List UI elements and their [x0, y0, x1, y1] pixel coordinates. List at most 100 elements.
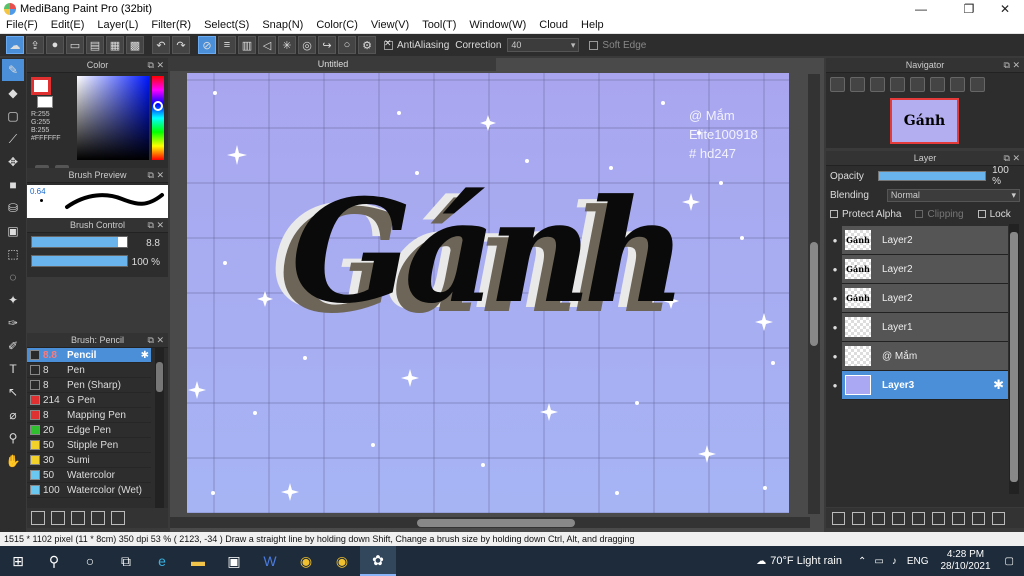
eraser-tool-icon[interactable]: ◆	[2, 82, 24, 104]
snap-off-icon[interactable]: ⊘	[198, 36, 216, 54]
brush-new-icon[interactable]	[51, 511, 65, 525]
open-file-icon[interactable]: ▤	[86, 36, 104, 54]
brush-opacity-slider[interactable]	[31, 255, 128, 267]
edge-browser-icon[interactable]: e	[144, 546, 180, 576]
share-icon[interactable]: ⇪	[26, 36, 44, 54]
menu-file[interactable]: File(F)	[6, 19, 38, 31]
language-indicator[interactable]: ENG	[907, 556, 929, 567]
flip-icon[interactable]	[970, 76, 985, 92]
new-layer-icon[interactable]	[832, 511, 845, 525]
layer-row[interactable]: ● Gánh Layer2	[828, 225, 1008, 255]
snap-perspective-icon[interactable]: ◁	[258, 36, 276, 54]
menu-edit[interactable]: Edit(E)	[51, 19, 85, 31]
zoom-in-icon[interactable]	[850, 76, 865, 92]
search-icon[interactable]: ⚲	[36, 546, 72, 576]
snap-parallel-icon[interactable]: ≡	[218, 36, 236, 54]
snap-settings-icon[interactable]: ⚙	[358, 36, 376, 54]
correction-select[interactable]: 40	[507, 38, 580, 52]
minimize-button[interactable]: —	[904, 0, 938, 17]
select-pen-tool-icon[interactable]: ✑	[2, 312, 24, 334]
gradient-tool-icon[interactable]: ▣	[2, 220, 24, 242]
brush-folder-icon[interactable]	[91, 511, 105, 525]
windows-start-icon[interactable]: ⊞	[0, 546, 36, 576]
panel-controls-icon[interactable]: ⧉ ✕	[148, 218, 164, 233]
layer-settings-icon[interactable]	[972, 511, 985, 525]
network-icon[interactable]: ▭	[874, 556, 883, 567]
line-tool-icon[interactable]: ⟋	[2, 128, 24, 150]
chrome-icon-2[interactable]: ◉	[324, 546, 360, 576]
layer-visibility-icon[interactable]: ●	[828, 312, 842, 342]
rectangle-tool-icon[interactable]: ▢	[2, 105, 24, 127]
canvas-vertical-scrollbar[interactable]	[808, 74, 820, 514]
fill-rect-tool-icon[interactable]: ■	[2, 174, 24, 196]
brush-list-item[interactable]: 20 Edge Pen	[27, 423, 151, 438]
menu-snap[interactable]: Snap(N)	[262, 19, 303, 31]
brush-list-item[interactable]: 8 Pen	[27, 363, 151, 378]
brush-list-item[interactable]: 8 Pen (Sharp)	[27, 378, 151, 393]
brush-list-item[interactable]: 214 G Pen	[27, 393, 151, 408]
brush-list-item[interactable]: 100 Watercolor (Wet)	[27, 483, 151, 498]
medibang-taskbar-icon[interactable]: ✿	[360, 546, 396, 576]
divide-tool-icon[interactable]: ⌀	[2, 404, 24, 426]
new-file-icon[interactable]: ▭	[66, 36, 84, 54]
brush-list-item[interactable]: 50 Stipple Pen	[27, 438, 151, 453]
brush-copy-icon[interactable]	[111, 511, 125, 525]
layer-visibility-icon[interactable]: ●	[828, 341, 842, 371]
grid-view-icon[interactable]: ▦	[106, 36, 124, 54]
new-8bit-layer-icon[interactable]	[872, 511, 885, 525]
layer-visibility-icon[interactable]: ●	[828, 370, 842, 400]
menu-layer[interactable]: Layer(L)	[97, 19, 138, 31]
zoom-fit-icon[interactable]	[830, 76, 845, 92]
menu-view[interactable]: View(V)	[371, 19, 409, 31]
blending-select[interactable]: Normal	[886, 188, 1020, 202]
snap-concentric-icon[interactable]: ◎	[298, 36, 316, 54]
lasso-tool-icon[interactable]: ◌	[2, 266, 24, 288]
brush-list-item[interactable]: 8.8 Pencil ✱	[27, 348, 151, 363]
menu-tool[interactable]: Tool(T)	[422, 19, 456, 31]
bucket-tool-icon[interactable]: ⛁	[2, 197, 24, 219]
brush-list-scrollbar[interactable]	[155, 348, 164, 508]
menu-cloud[interactable]: Cloud	[539, 19, 568, 31]
chrome-icon[interactable]: ◉	[288, 546, 324, 576]
panel-controls-icon[interactable]: ⧉ ✕	[148, 333, 164, 348]
new-halftone-layer-icon[interactable]	[852, 511, 865, 525]
layer-list-scrollbar[interactable]	[1009, 224, 1019, 494]
hue-knob[interactable]	[153, 101, 163, 111]
hue-slider[interactable]	[152, 76, 164, 160]
magic-wand-tool-icon[interactable]: ✦	[2, 289, 24, 311]
lock-checkbox[interactable]	[977, 210, 986, 218]
canvas-tab[interactable]: Untitled	[170, 58, 496, 71]
zoom-actual-icon[interactable]	[870, 76, 885, 92]
layer-visibility-icon[interactable]: ●	[828, 254, 842, 284]
layer-row[interactable]: ● @ Mắm	[828, 341, 1008, 371]
brush-list-item[interactable]: 50 Watercolor	[27, 468, 151, 483]
operation-tool-icon[interactable]: ↖	[2, 381, 24, 403]
layer-visibility-icon[interactable]: ●	[828, 283, 842, 313]
panel-controls-icon[interactable]: ⧉ ✕	[1004, 58, 1020, 73]
antialiasing-checkbox[interactable]	[384, 38, 393, 50]
protect-alpha-checkbox[interactable]	[830, 210, 838, 218]
reset-view-icon[interactable]	[930, 76, 945, 92]
brush-size-slider[interactable]	[31, 236, 128, 248]
maximize-button[interactable]: ❐	[952, 0, 986, 17]
foreground-color-swatch[interactable]	[31, 77, 51, 95]
clipping-checkbox[interactable]	[915, 210, 924, 218]
delete-layer-icon[interactable]	[992, 511, 1005, 525]
task-view-icon[interactable]: ⧉	[108, 546, 144, 576]
undo-icon[interactable]: ↶	[152, 36, 170, 54]
layer-settings-gear-icon[interactable]: ✱	[993, 377, 1004, 393]
brush-settings-icon[interactable]: ✱	[141, 350, 149, 361]
tray-chevron-icon[interactable]: ⌃	[858, 556, 866, 567]
brush-list-item[interactable]: 30 Sumi	[27, 453, 151, 468]
brush-cloud-icon[interactable]	[31, 511, 45, 525]
layer-row[interactable]: ● Layer1	[828, 312, 1008, 342]
panel-controls-icon[interactable]: ⧉ ✕	[148, 168, 164, 183]
select-rect-tool-icon[interactable]: ⬚	[2, 243, 24, 265]
menu-filter[interactable]: Filter(R)	[151, 19, 191, 31]
soft-edge-checkbox[interactable]	[589, 40, 599, 50]
layer-row[interactable]: ● Layer3 ✱	[828, 370, 1008, 400]
move-tool-icon[interactable]: ✥	[2, 151, 24, 173]
snap-radial-icon[interactable]: ✳	[278, 36, 296, 54]
brush-add-icon[interactable]	[71, 511, 85, 525]
artwork-canvas[interactable]: @ Mắm Elite100918 # hd247 Gánh Gánh Gánh	[187, 73, 789, 513]
